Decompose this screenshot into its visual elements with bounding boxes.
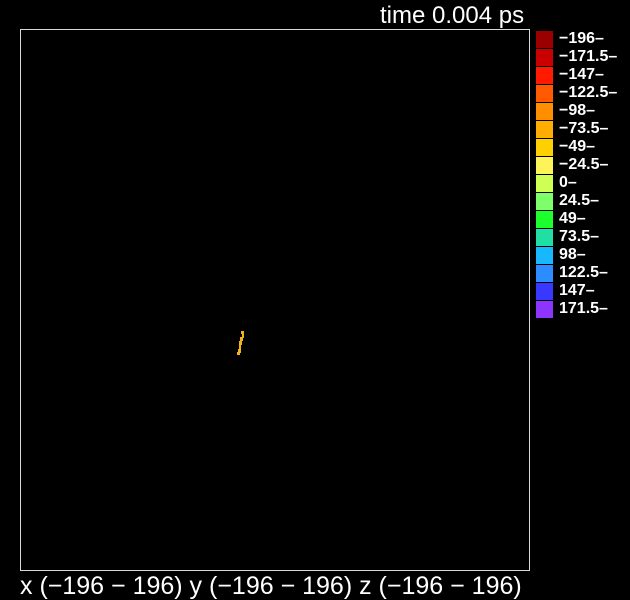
- legend-swatch: [536, 282, 553, 300]
- legend-swatch: [536, 228, 553, 246]
- legend-swatch: [536, 210, 553, 228]
- legend-item: 73.5–: [536, 228, 630, 246]
- legend-swatch: [536, 66, 553, 84]
- legend-item: 0–: [536, 174, 630, 192]
- legend-label: 49–: [559, 210, 586, 227]
- legend-swatch: [536, 138, 553, 156]
- legend-swatch: [536, 174, 553, 192]
- particle: [239, 345, 241, 349]
- legend-label: 0–: [559, 174, 577, 191]
- legend-label: −49–: [559, 138, 596, 155]
- legend-item: −98–: [536, 102, 630, 120]
- legend-swatch: [536, 48, 553, 66]
- legend-label: −24.5–: [559, 156, 609, 173]
- legend-item: 122.5–: [536, 264, 630, 282]
- color-legend: −196– −171.5– −147– −122.5– −98– −73.5– −49– −2…: [536, 30, 630, 318]
- legend-item: −122.5–: [536, 84, 630, 102]
- particle-cluster: [237, 331, 244, 355]
- particle: [237, 352, 240, 355]
- legend-item: −147–: [536, 66, 630, 84]
- legend-swatch: [536, 30, 553, 48]
- legend-label: 122.5–: [559, 264, 608, 281]
- legend-swatch: [536, 120, 553, 138]
- legend-item: 171.5–: [536, 300, 630, 318]
- simulation-canvas: [237, 331, 244, 355]
- time-label: time 0.004 ps: [380, 2, 525, 29]
- particle: [241, 331, 244, 334]
- legend-label: 147–: [559, 282, 595, 299]
- legend-label: −147–: [559, 66, 604, 83]
- legend-label: −73.5–: [559, 120, 609, 137]
- legend-item: 49–: [536, 210, 630, 228]
- particle: [240, 337, 243, 341]
- legend-swatch: [536, 156, 553, 174]
- legend-label: −98–: [559, 102, 596, 119]
- legend-swatch: [536, 300, 553, 318]
- legend-item: −196–: [536, 30, 630, 48]
- legend-item: 24.5–: [536, 192, 630, 210]
- legend-label: 171.5–: [559, 300, 608, 317]
- legend-item: −171.5–: [536, 48, 630, 66]
- legend-label: −196–: [559, 30, 604, 47]
- legend-swatch: [536, 192, 553, 210]
- legend-swatch: [536, 84, 553, 102]
- simulation-view: [20, 29, 530, 571]
- legend-swatch: [536, 102, 553, 120]
- legend-label: −122.5–: [559, 84, 618, 101]
- legend-item: 147–: [536, 282, 630, 300]
- legend-swatch: [536, 246, 553, 264]
- legend-item: −49–: [536, 138, 630, 156]
- coordinate-range-label: x (−196 − 196) y (−196 − 196) z (−196 − …: [20, 572, 522, 600]
- legend-label: 73.5–: [559, 228, 600, 245]
- legend-label: 24.5–: [559, 192, 600, 209]
- legend-label: 98–: [559, 246, 586, 263]
- legend-swatch: [536, 264, 553, 282]
- legend-item: 98–: [536, 246, 630, 264]
- legend-label: −171.5–: [559, 48, 618, 65]
- legend-item: −73.5–: [536, 120, 630, 138]
- particle: [239, 341, 242, 345]
- legend-item: −24.5–: [536, 156, 630, 174]
